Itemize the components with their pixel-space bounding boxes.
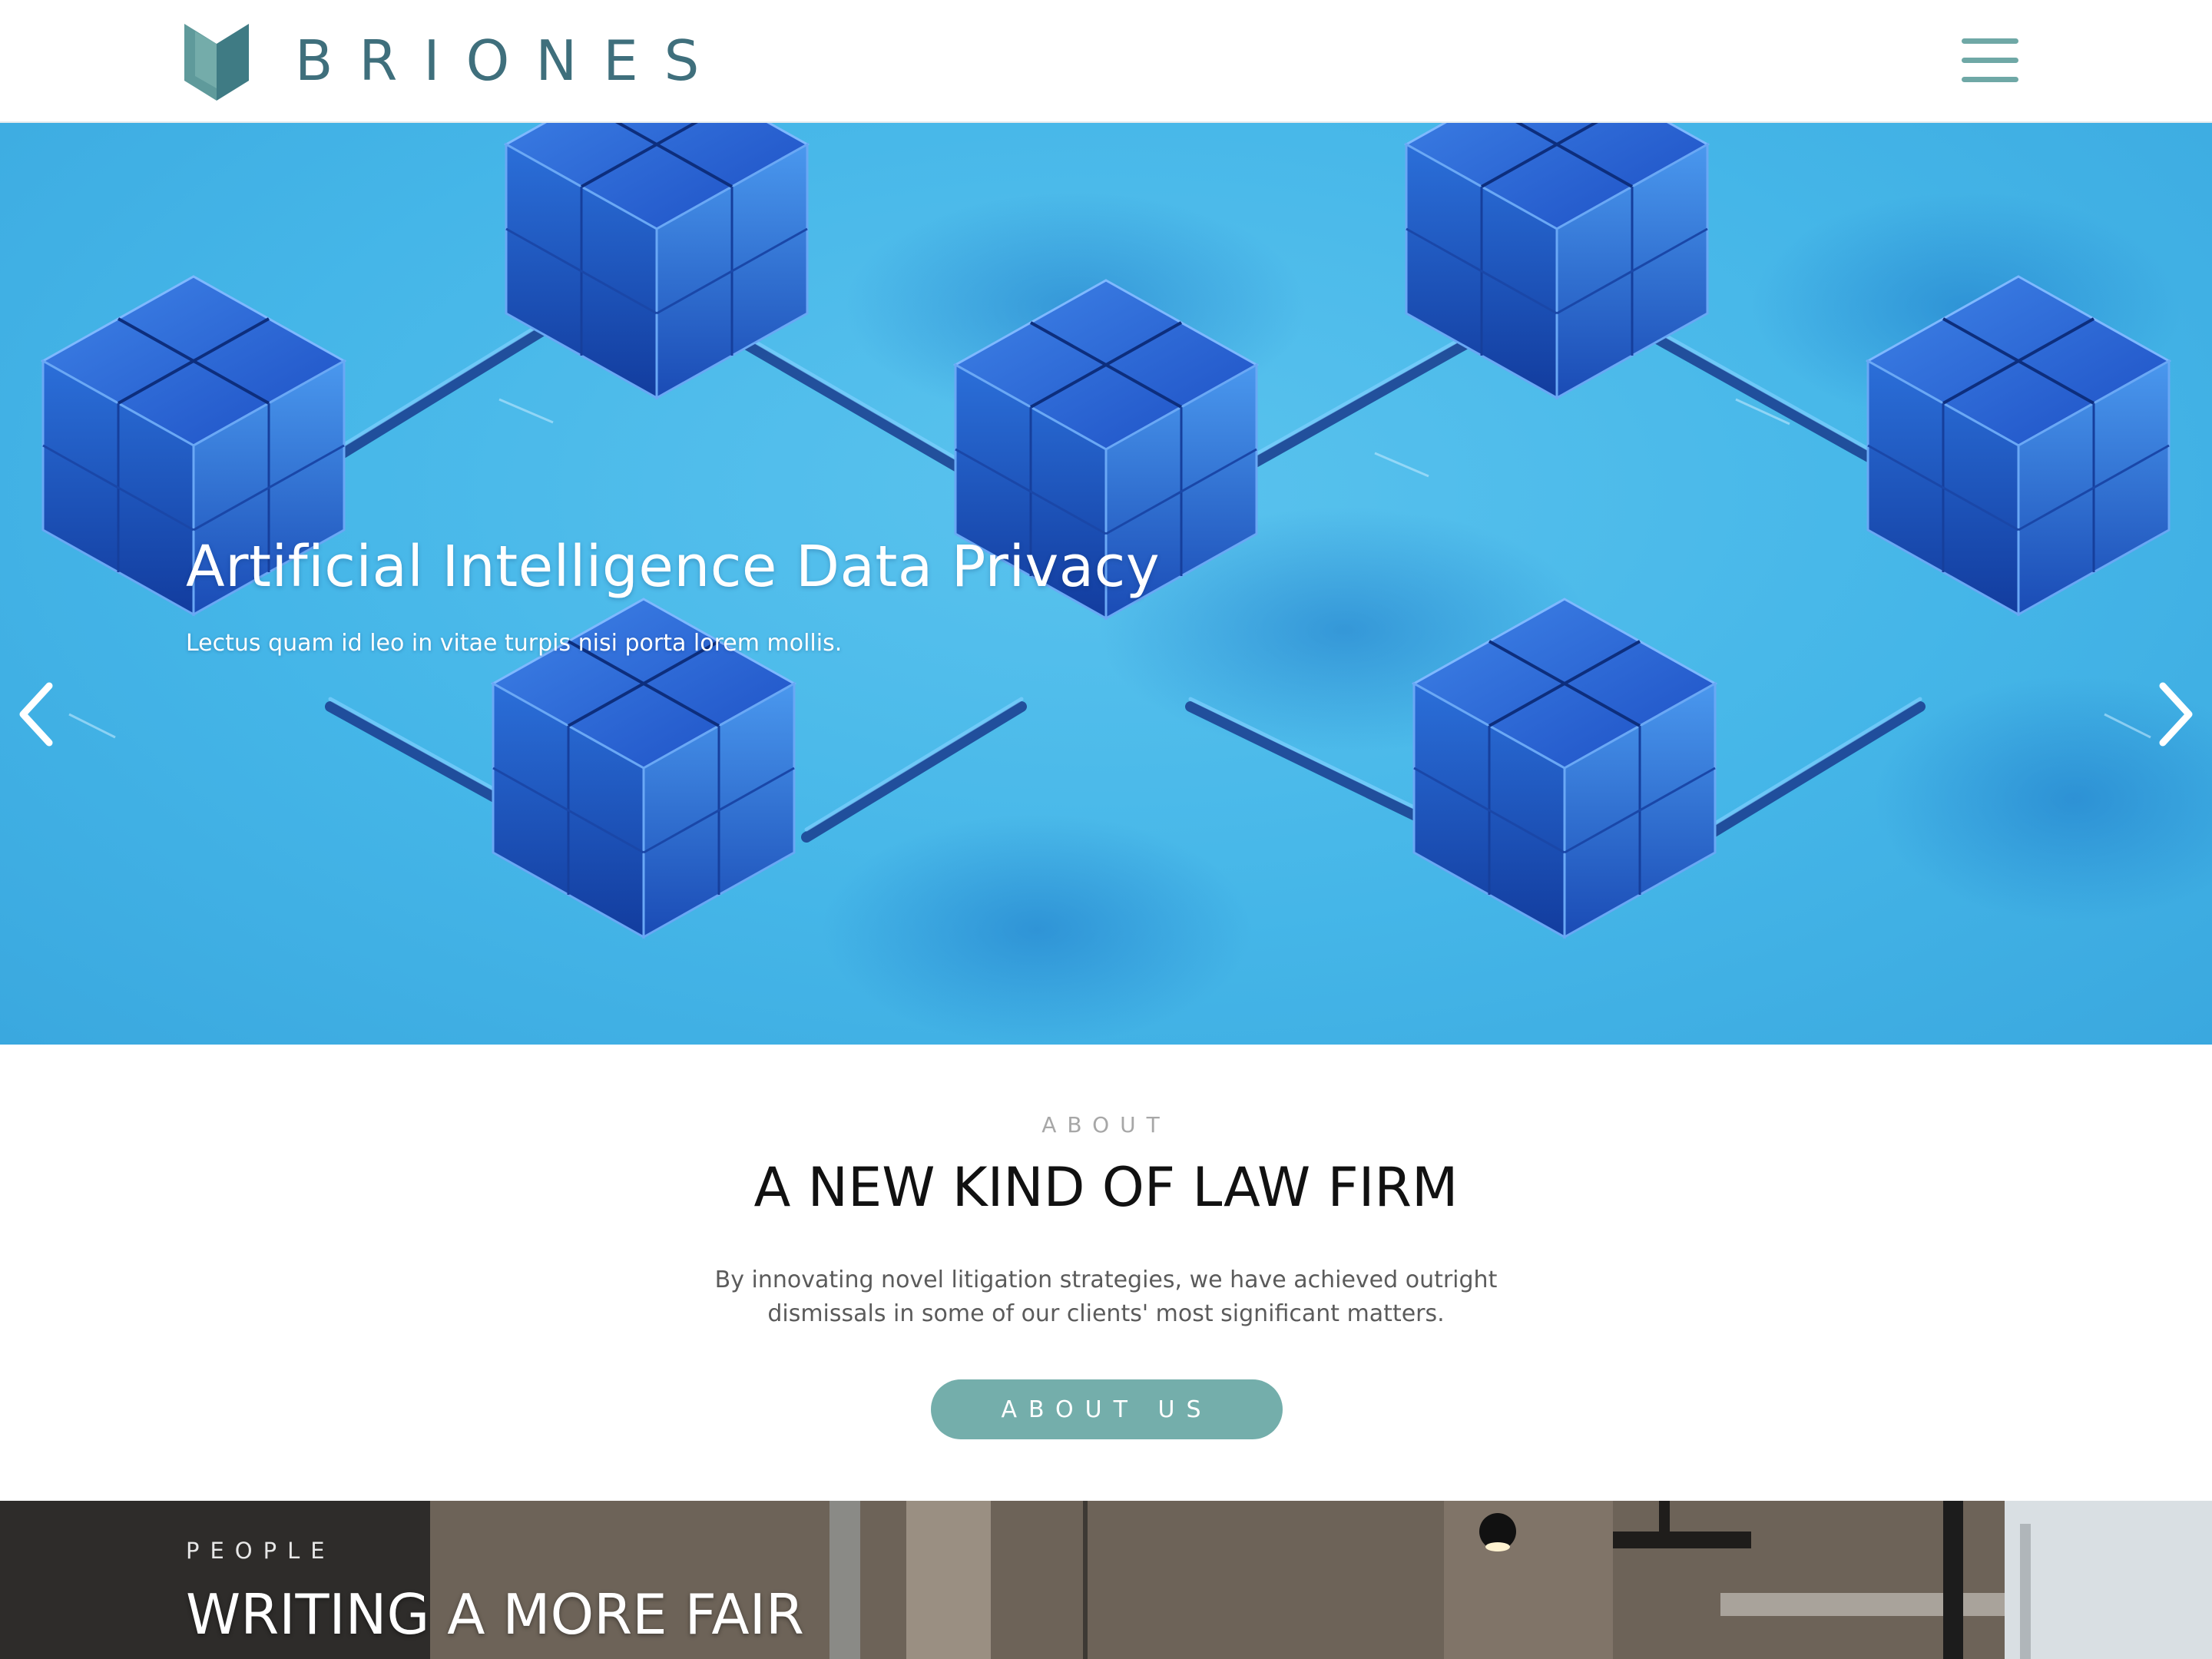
hero-slider: Artificial Intelligence Data Privacy Lec… bbox=[0, 123, 2212, 1045]
people-kicker: PEOPLE bbox=[186, 1538, 336, 1564]
brand-logo-link[interactable]: BRIONES bbox=[184, 20, 725, 101]
about-description: By innovating novel litigation strategie… bbox=[714, 1267, 1498, 1327]
about-us-button[interactable]: ABOUT US bbox=[931, 1379, 1283, 1439]
shield-book-logo bbox=[184, 24, 249, 101]
slide-title: Artificial Intelligence Data Privacy bbox=[186, 534, 1161, 600]
brand-name: BRIONES bbox=[295, 28, 726, 93]
site-header: BRIONES bbox=[0, 0, 2212, 123]
chevron-right-icon[interactable] bbox=[2157, 680, 2195, 749]
hamburger-menu-icon[interactable] bbox=[1962, 38, 2018, 83]
about-title: A NEW KIND OF LAW FIRM bbox=[753, 1156, 1459, 1219]
slide-subtitle: Lectus quam id leo in vitae turpis nisi … bbox=[186, 630, 843, 657]
chevron-left-icon[interactable] bbox=[17, 680, 55, 749]
people-title: WRITING A MORE FAIR bbox=[186, 1582, 804, 1647]
about-kicker: ABOUT bbox=[1041, 1112, 1171, 1137]
